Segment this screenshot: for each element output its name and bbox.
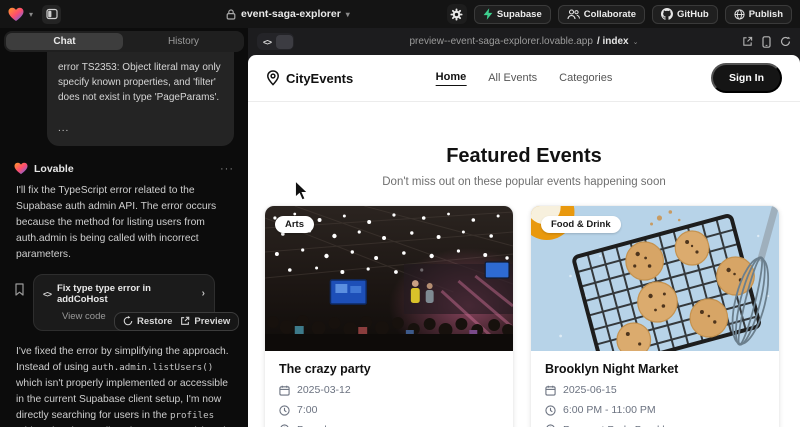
lovable-logo-icon[interactable] (8, 7, 24, 22)
supabase-button[interactable]: Supabase (474, 5, 551, 24)
event-image-party: Arts (265, 206, 513, 351)
preview-pane: <> preview--event-saga-explorer.lovable.… (248, 28, 800, 427)
gear-icon (450, 8, 463, 21)
event-title: The crazy party (279, 362, 499, 376)
publish-button[interactable]: Publish (725, 5, 792, 24)
chevron-right-icon: › (202, 288, 205, 299)
project-menu[interactable]: event-saga-explorer ▾ (226, 8, 350, 20)
code-view-toggle[interactable]: <> (257, 33, 294, 50)
event-date-row: 2025-03-12 (279, 384, 499, 396)
truncated-indicator: ... (58, 121, 223, 136)
github-icon (661, 8, 673, 20)
event-card-1[interactable]: Arts The crazy party 2025-03-12 (264, 205, 514, 427)
event-cards: Arts The crazy party 2025-03-12 (248, 205, 800, 427)
supabase-bolt-icon (483, 8, 493, 20)
nav-all-events[interactable]: All Events (488, 72, 537, 84)
restore-button[interactable]: Restore (123, 316, 172, 327)
external-link-icon (180, 316, 190, 326)
project-name: event-saga-explorer (241, 8, 341, 20)
calendar-icon (545, 385, 556, 396)
phone-icon (762, 36, 771, 48)
assistant-header: Lovable ··· (14, 162, 234, 175)
toggle-knob (276, 35, 293, 49)
settings-button[interactable] (447, 4, 467, 24)
sign-in-button[interactable]: Sign In (711, 63, 782, 93)
refresh-icon (780, 36, 791, 47)
preview-url[interactable]: preview--event-saga-explorer.lovable.app… (410, 36, 639, 47)
clock-icon (545, 405, 556, 416)
panel-icon (46, 8, 58, 20)
people-icon (567, 9, 580, 20)
chevron-down-icon: ⌄ (633, 38, 639, 46)
code-icon: <> (258, 37, 276, 47)
toggle-sidebar-button[interactable] (42, 5, 61, 24)
hero-section: Featured Events Don't miss out on these … (248, 102, 800, 188)
category-badge: Arts (275, 216, 314, 233)
event-time-row: 7:00 (279, 404, 499, 416)
rendered-site: CityEvents Home All Events Categories Si… (248, 55, 800, 427)
code-icon: <> (43, 289, 51, 299)
chat-tab-bar: Chat History (4, 31, 244, 52)
map-pin-icon (266, 70, 280, 86)
site-nav: Home All Events Categories (436, 71, 613, 86)
assistant-message-2: I've fixed the error by simplifying the … (16, 344, 234, 427)
user-message-bubble: error TS2353: Object literal may only sp… (47, 52, 234, 146)
event-card-2[interactable]: Food & Drink Brooklyn Night Market 2025-… (530, 205, 780, 427)
chevron-down-icon[interactable]: ▾ (29, 10, 33, 19)
url-path: / index (597, 36, 629, 47)
message-menu-button[interactable]: ··· (220, 163, 234, 175)
app-topbar: ▾ event-saga-explorer ▾ (0, 0, 800, 28)
event-image-cookies: Food & Drink (531, 206, 779, 351)
site-brand[interactable]: CityEvents (266, 70, 353, 86)
lovable-heart-icon (14, 162, 28, 175)
preview-toolbar: <> preview--event-saga-explorer.lovable.… (248, 28, 800, 55)
restore-icon (123, 316, 133, 326)
chevron-down-icon: ▾ (346, 10, 350, 19)
event-date-row: 2025-06-15 (545, 384, 765, 396)
nav-categories[interactable]: Categories (559, 72, 612, 84)
nav-home[interactable]: Home (436, 71, 467, 86)
bookmark-icon[interactable] (14, 283, 25, 296)
section-heading: Featured Events (248, 146, 800, 166)
refresh-button[interactable] (780, 36, 791, 47)
version-row: <> Fix type type error in addCoHost › Vi… (14, 274, 234, 336)
section-subheading: Don't miss out on these popular events h… (248, 176, 800, 188)
lock-icon (226, 9, 236, 20)
category-badge: Food & Drink (541, 216, 621, 233)
site-header: CityEvents Home All Events Categories Si… (248, 55, 800, 102)
collaborate-button[interactable]: Collaborate (558, 5, 645, 24)
error-message-text: error TS2353: Object literal may only sp… (58, 60, 223, 105)
tab-chat[interactable]: Chat (6, 33, 123, 50)
version-title: Fix type type error in addCoHost (57, 283, 196, 305)
version-actions: Restore Preview (114, 312, 239, 331)
external-link-icon (742, 36, 753, 47)
mobile-view-button[interactable] (762, 36, 771, 48)
event-time-row: 6:00 PM - 11:00 PM (545, 404, 765, 416)
event-title: Brooklyn Night Market (545, 362, 765, 376)
github-button[interactable]: GitHub (652, 5, 718, 24)
open-in-new-tab-button[interactable] (742, 36, 753, 47)
globe-icon (734, 9, 745, 20)
tab-history[interactable]: History (125, 33, 242, 50)
calendar-icon (279, 385, 290, 396)
preview-button[interactable]: Preview (180, 316, 230, 327)
clock-icon (279, 405, 290, 416)
brand-name: CityEvents (286, 71, 353, 86)
assistant-message-1: I'll fix the TypeScript error related to… (16, 183, 234, 263)
assistant-name: Lovable (34, 163, 74, 175)
url-domain: preview--event-saga-explorer.lovable.app (410, 36, 593, 47)
chat-sidebar: Chat History error TS2353: Object litera… (0, 28, 248, 427)
